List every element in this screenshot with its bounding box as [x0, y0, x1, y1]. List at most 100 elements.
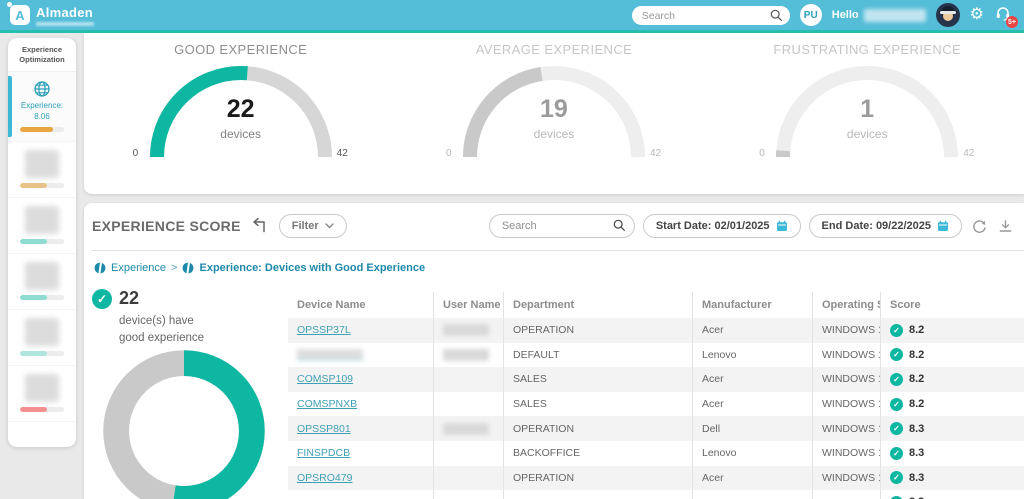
device-name-link[interactable]: OPSSP37L	[297, 324, 351, 336]
col-device-name[interactable]: Device Name	[288, 292, 433, 318]
score-cell: ✓ 8.2	[880, 343, 1024, 368]
score-cell: ✓ 8.3	[880, 441, 1024, 466]
score-value: 8.3	[909, 472, 924, 484]
global-search-input[interactable]	[632, 6, 790, 25]
start-date-picker[interactable]: Start Date: 02/01/2025	[643, 214, 801, 238]
gauge-good-experience[interactable]: GOOD EXPERIENCE 22 devices 0 42	[84, 33, 397, 194]
operating-system-cell: WINDOWS 11 ...	[812, 466, 880, 491]
gauge-min-label: 0	[759, 148, 765, 159]
device-name-link[interactable]: OPSRO479	[297, 472, 352, 484]
user-name-cell	[433, 318, 503, 343]
devices-table: Device Name User Name Department Manufac…	[288, 292, 1024, 499]
table-row[interactable]: COMSP109 SALES Acer WINDOWS 11 ... ✓ 8.2	[288, 367, 1024, 392]
table-row[interactable]: OPSRO479 OPERATION Acer WINDOWS 11 ... ✓…	[288, 466, 1024, 491]
table-row[interactable]: DEFAULT Lenovo WINDOWS 11 ... ✓ 8.2	[288, 343, 1024, 368]
gauge-average-experience[interactable]: AVERAGE EXPERIENCE 19 devices 0 42	[397, 33, 710, 194]
check-circle-icon: ✓	[890, 471, 903, 484]
table-search[interactable]	[489, 214, 635, 238]
device-name-link[interactable]: FINSPDCB	[297, 447, 350, 459]
user-name-cell	[433, 441, 503, 466]
crumb-logo-icon	[182, 262, 194, 274]
check-circle-icon: ✓	[890, 373, 903, 386]
user-name-blurred	[443, 423, 489, 435]
sidebar-item-blurred[interactable]	[8, 310, 76, 366]
check-circle-icon: ✓	[890, 324, 903, 337]
table-row[interactable]: OPSSP801 OPERATION Dell WINDOWS 11 ... ✓…	[288, 416, 1024, 441]
progress-bar	[20, 295, 64, 300]
good-experience-donut-chart[interactable]	[98, 345, 270, 499]
table-row[interactable]: OPSSP37L OPERATION Acer WINDOWS 11 ... ✓…	[288, 318, 1024, 343]
col-score[interactable]: Score	[880, 292, 1024, 318]
blurred-icon	[25, 206, 59, 234]
gauge-title: FRUSTRATING EXPERIENCE	[711, 42, 1024, 57]
back-arrow-icon[interactable]	[249, 218, 267, 234]
device-name-link[interactable]: COMSPNXB	[297, 398, 357, 410]
check-circle-icon: ✓	[890, 348, 903, 361]
good-experience-summary: ✓ 22 device(s) have good experience	[92, 288, 277, 348]
manufacturer-cell	[692, 490, 812, 499]
score-value: 8.2	[909, 349, 924, 361]
user-name-cell	[433, 466, 503, 491]
initials-avatar[interactable]: PU	[800, 4, 822, 26]
score-cell: ✓ 8.3	[880, 416, 1024, 441]
crumb-logo-icon	[94, 262, 106, 274]
department-cell: SALES	[503, 392, 692, 417]
settings-gear-icon[interactable]: ⚙	[970, 7, 984, 23]
global-search[interactable]	[632, 6, 790, 25]
department-cell: OPERATION	[503, 318, 692, 343]
device-name-cell	[288, 490, 433, 499]
calendar-icon	[937, 220, 949, 232]
blurred-icon	[25, 374, 59, 402]
score-cell: ✓ 8.3	[880, 466, 1024, 491]
manufacturer-cell: Lenovo	[692, 441, 812, 466]
device-name-cell: FINSPDCB	[288, 441, 433, 466]
end-date-picker[interactable]: End Date: 09/22/2025	[809, 214, 962, 238]
download-button[interactable]	[996, 217, 1014, 235]
col-department[interactable]: Department	[503, 292, 692, 318]
breadcrumb-current: Experience: Devices with Good Experience	[199, 262, 425, 274]
table-row[interactable]: FINSPDCB BACKOFFICE Lenovo WINDOWS 11 ..…	[288, 441, 1024, 466]
filter-label: Filter	[292, 220, 319, 232]
manufacturer-cell: Lenovo	[692, 343, 812, 368]
progress-bar	[20, 407, 64, 412]
device-name-cell	[288, 343, 433, 368]
download-icon	[998, 219, 1013, 234]
brand-logo[interactable]: A Almaden	[10, 5, 94, 26]
brand-tagline-blurred	[36, 22, 94, 26]
sidebar-item-blurred[interactable]	[8, 198, 76, 254]
summary-count: 22	[119, 288, 139, 309]
user-name-blurred	[443, 349, 489, 361]
logo-letter: A	[15, 8, 24, 23]
table-row[interactable]: COMSPNXB SALES Acer WINDOWS 11 ... ✓ 8.2	[288, 392, 1024, 417]
user-name-cell	[433, 343, 503, 368]
profile-avatar[interactable]	[936, 3, 960, 27]
table-body: OPSSP37L OPERATION Acer WINDOWS 11 ... ✓…	[288, 318, 1024, 499]
gauge-frustrating-experience[interactable]: FRUSTRATING EXPERIENCE 1 devices 0 42	[711, 33, 1024, 194]
col-operating-system[interactable]: Operating S...	[812, 292, 880, 318]
device-name-link[interactable]: OPSSP801	[297, 423, 351, 435]
notification-badge: 5+	[1006, 16, 1018, 28]
filter-button[interactable]: Filter	[279, 214, 347, 238]
col-user-name[interactable]: User Name	[433, 292, 503, 318]
refresh-icon	[972, 219, 987, 234]
sidebar-item-blurred[interactable]	[8, 254, 76, 310]
sidebar-item-blurred[interactable]	[8, 142, 76, 198]
breadcrumb: Experience > Experience: Devices with Go…	[94, 262, 425, 274]
sidebar-item-blurred[interactable]	[8, 366, 76, 422]
experience-gauges-panel: GOOD EXPERIENCE 22 devices 0 42 AVERAGE …	[84, 33, 1024, 194]
breadcrumb-root[interactable]: Experience	[111, 262, 166, 274]
manufacturer-cell: Dell	[692, 416, 812, 441]
department-cell: SALES	[503, 367, 692, 392]
refresh-button[interactable]	[970, 217, 988, 235]
table-row[interactable]: ✓ 8.3	[288, 490, 1024, 499]
user-name-blurred	[443, 324, 489, 336]
support-notifications[interactable]: 5+	[994, 4, 1014, 26]
blurred-icon	[25, 150, 59, 178]
summary-line1: device(s) have	[119, 315, 194, 327]
experience-progress-bar	[20, 127, 64, 132]
sidebar-item-experience[interactable]: Experience: 8.06	[8, 72, 76, 142]
col-manufacturer[interactable]: Manufacturer	[692, 292, 812, 318]
sidebar-title: Experience Optimization	[8, 38, 76, 72]
score-value: 8.2	[909, 324, 924, 336]
device-name-link[interactable]: COMSP109	[297, 373, 353, 385]
